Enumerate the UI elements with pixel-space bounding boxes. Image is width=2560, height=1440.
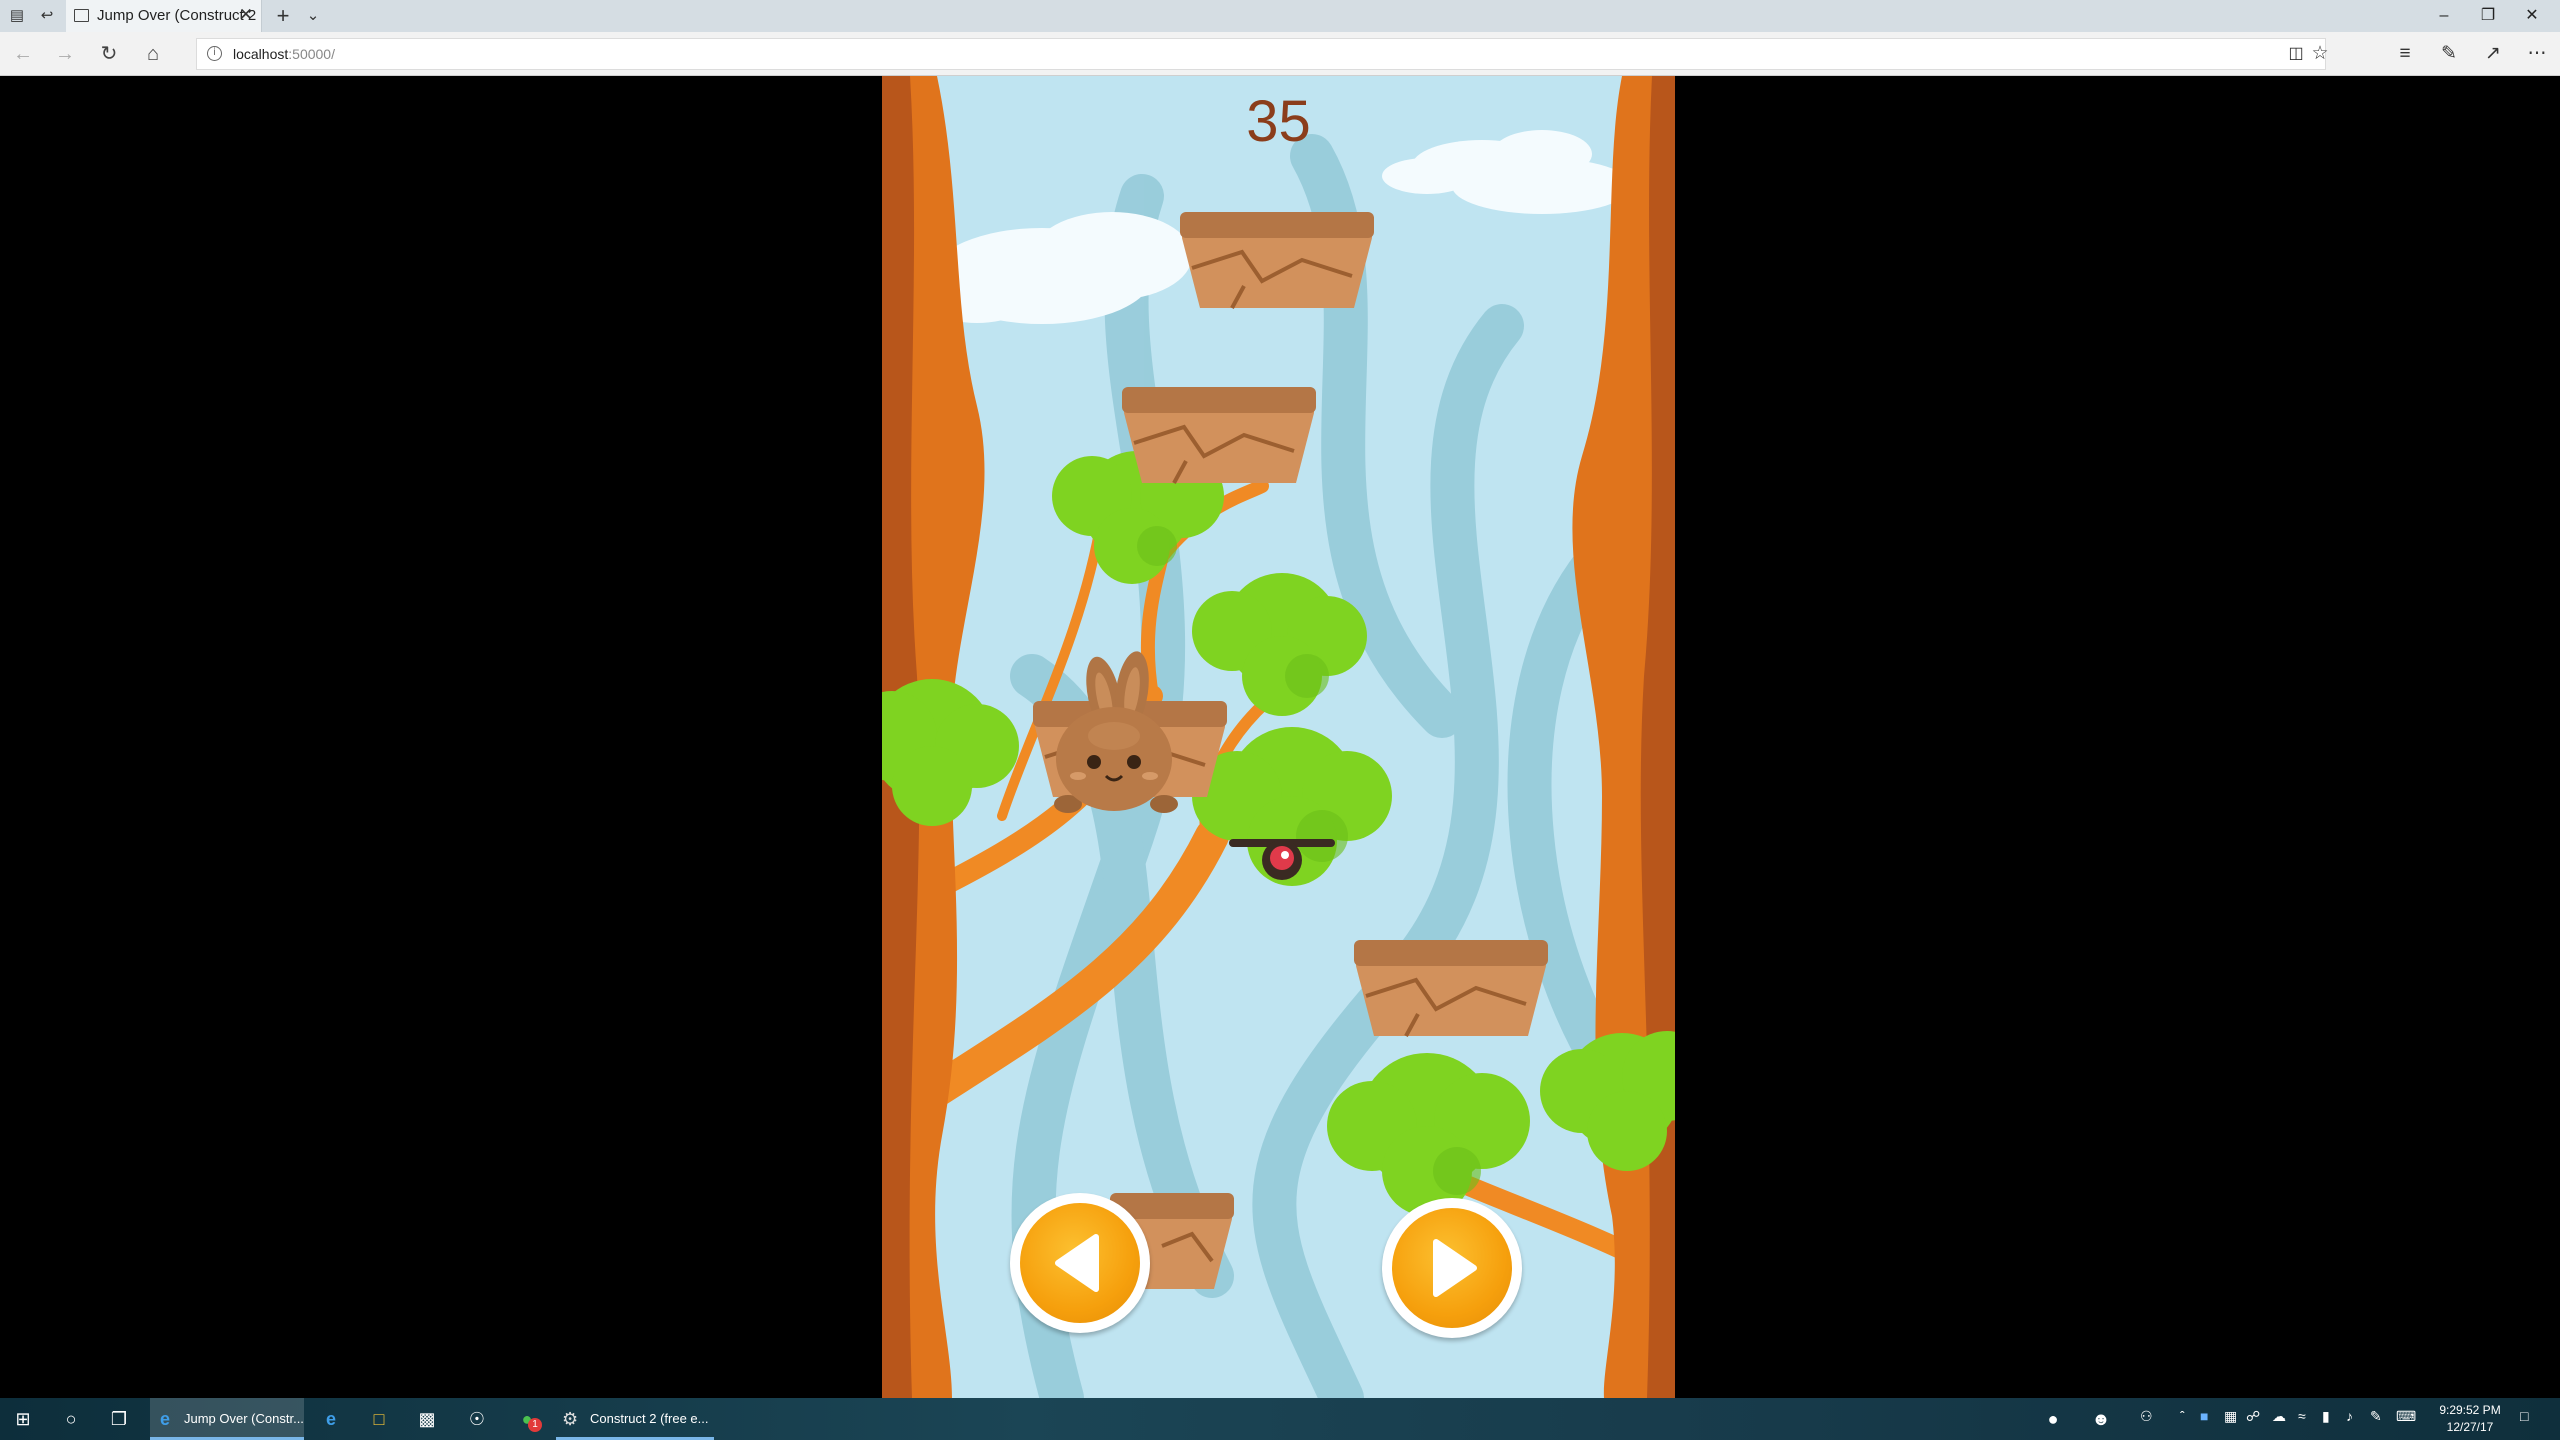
battery-icon[interactable]: ▮ [2322, 1408, 2330, 1425]
move-right-button[interactable] [1382, 1198, 1522, 1338]
platform [1354, 940, 1548, 1037]
more-menu-icon[interactable]: ⋯ [2524, 41, 2550, 67]
show-hidden-icons-chevron-icon[interactable]: ˆ [2180, 1408, 2185, 1424]
tray-avatar-icon[interactable]: ☻ [2088, 1406, 2114, 1432]
score-counter: 35 [1246, 89, 1311, 154]
reading-view-icon[interactable]: ◫ [2283, 41, 2309, 67]
home-icon[interactable]: ⌂ [140, 41, 166, 67]
file-explorer-icon[interactable]: □ [366, 1406, 392, 1432]
action-center-icon[interactable]: □ [2520, 1408, 2528, 1424]
back-icon[interactable]: ← [10, 41, 36, 67]
tab-close-icon[interactable]: ✕ [239, 5, 253, 25]
share-icon[interactable]: ↗ [2480, 41, 2506, 67]
taskbar-app-construct[interactable]: ⚙ Construct 2 (free e... [556, 1398, 714, 1440]
tray-blue-app-icon[interactable]: ■ [2200, 1408, 2208, 1424]
edge-icon: e [160, 1409, 171, 1429]
tab-bar: ▤ ↩ Jump Over (Construct 2 ✕ + ⌄ – ❐ ✕ [0, 0, 2560, 32]
address-field[interactable]: i localhost:50000/ ◫ ☆ [196, 38, 2329, 70]
clock-time: 9:29:52 PM [2439, 1403, 2501, 1417]
favorite-star-icon[interactable]: ☆ [2307, 41, 2333, 67]
onedrive-cloud-icon[interactable]: ☁ [2272, 1408, 2286, 1425]
clock-date: 12/27/17 [2446, 1420, 2494, 1434]
taskbar: ⊞ ○ ❐ e Jump Over (Constr... e □ ▩ ☉ ● 1… [0, 1398, 2560, 1440]
address-toolbar: ← → ↻ ⌂ i localhost:50000/ ◫ ☆ ≡ ✎ ↗ ⋯ [0, 32, 2560, 76]
tab-title: Jump Over (Construct 2 [97, 7, 257, 24]
task-view-icon[interactable]: ❐ [106, 1406, 132, 1432]
platform [1180, 212, 1374, 309]
system-clock[interactable]: 9:29:52 PM 12/27/17 [2430, 1402, 2510, 1436]
window-close-icon[interactable]: ✕ [2510, 4, 2554, 28]
minimize-icon[interactable]: – [2422, 4, 2466, 28]
cortana-search-icon[interactable]: ○ [58, 1406, 84, 1432]
volume-icon[interactable]: ♪ [2346, 1408, 2353, 1424]
url-text: localhost:50000/ [233, 46, 335, 62]
restore-icon[interactable]: ❐ [2466, 4, 2510, 28]
move-left-button[interactable] [1010, 1193, 1150, 1333]
set-aside-tabs-icon[interactable]: ↩ [36, 6, 58, 26]
game-canvas[interactable]: 35 [882, 76, 1675, 1398]
platform [1122, 387, 1316, 484]
windows-start-icon[interactable]: ⊞ [10, 1406, 36, 1432]
construct-gear-icon: ⚙ [562, 1409, 579, 1429]
wifi-icon[interactable]: ≈ [2298, 1408, 2306, 1424]
pen-icon[interactable]: ✎ [2370, 1408, 2382, 1425]
internet-explorer-icon[interactable]: e [318, 1406, 344, 1432]
notification-badge: 1 [528, 1418, 542, 1432]
people-icon[interactable]: ⚇ [2140, 1408, 2153, 1425]
favorites-hub-icon[interactable]: ≡ [2392, 41, 2418, 67]
web-note-pen-icon[interactable]: ✎ [2436, 41, 2462, 67]
left-arrow-icon [1055, 1234, 1099, 1292]
tray-grid-icon[interactable]: ▦ [2224, 1408, 2237, 1425]
tab-preview-icon[interactable]: ▤ [6, 6, 28, 26]
forward-icon[interactable]: → [52, 41, 78, 67]
right-arrow-icon [1433, 1239, 1477, 1297]
keyboard-icon[interactable]: ⌨ [2396, 1408, 2416, 1425]
store-icon[interactable]: ▩ [414, 1406, 440, 1432]
browser-tab[interactable]: Jump Over (Construct 2 ✕ [66, 0, 262, 32]
whatsapp-icon[interactable]: ● 1 [514, 1406, 542, 1432]
new-tab-icon[interactable]: + [272, 5, 294, 27]
groove-music-icon[interactable]: ☉ [464, 1406, 490, 1432]
page-icon [74, 9, 89, 22]
game-background [882, 76, 1675, 1398]
tab-list-chevron-icon[interactable]: ⌄ [302, 6, 324, 26]
tray-network-status-icon[interactable]: ☍ [2246, 1408, 2260, 1425]
site-info-icon[interactable]: i [207, 46, 222, 61]
refresh-icon[interactable]: ↻ [96, 41, 122, 67]
tray-app-icon[interactable]: ● [2040, 1406, 2066, 1432]
taskbar-app-edge[interactable]: e Jump Over (Constr... [150, 1398, 304, 1440]
